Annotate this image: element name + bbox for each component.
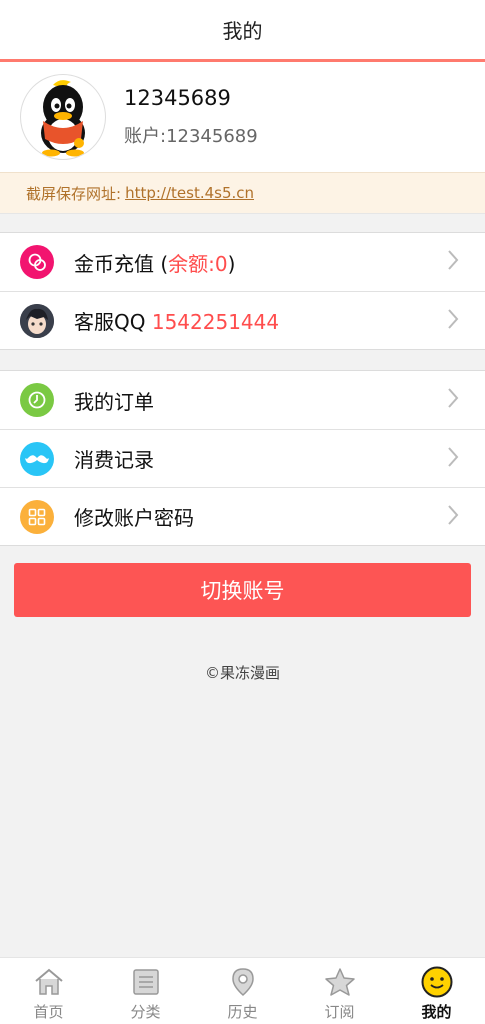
coin-icon [20,245,54,279]
chevron-right-icon [447,504,459,530]
avatar[interactable] [20,74,106,160]
chevron-right-icon [447,387,459,413]
star-icon [323,966,357,998]
recharge-label: 金币充值 ( [74,251,169,276]
switch-account-button[interactable]: 切换账号 [14,563,471,617]
qq-penguin-icon [41,80,85,157]
page-title: 我的 [222,19,263,43]
copyright-text: ©果冻漫画 [204,664,280,682]
account-id: 账户:12345689 [124,126,258,147]
menu-item-records[interactable]: 消费记录 [0,429,485,487]
tab-subscribe[interactable]: 订阅 [291,958,388,1024]
tab-label: 分类 [130,1003,161,1021]
smiley-face-icon [420,966,454,998]
chevron-right-icon [447,249,459,275]
password-label: 修改账户密码 [74,506,194,530]
tab-label: 首页 [33,1003,64,1021]
chevron-right-icon [447,308,459,334]
recharge-suffix: ) [227,251,236,276]
user-name: 12345689 [124,86,231,110]
location-pin-icon [226,966,260,998]
records-label: 消费记录 [74,448,154,472]
home-icon [32,966,66,998]
tab-mine[interactable]: 我的 [388,958,485,1024]
tab-history[interactable]: 历史 [194,958,291,1024]
notice-label: 截屏保存网址: [26,184,122,203]
service-label: 客服QQ [74,310,152,334]
book-icon [129,966,163,998]
menu-item-orders[interactable]: 我的订单 [0,371,485,429]
notice-url-link[interactable]: http://test.4s5.cn [125,184,254,202]
tab-category[interactable]: 分类 [97,958,194,1024]
menu-item-customer-service[interactable]: 客服QQ 1542251444 [0,291,485,349]
page-header: 我的 [0,0,485,62]
profile-section: 12345689 账户:12345689 [0,62,485,172]
grid-icon [20,499,54,534]
service-qq-number: 1542251444 [151,310,280,334]
balance-value: 余额:0 [168,251,228,276]
bottom-tab-bar: 首页 分类 历史 订阅 我的 [0,957,485,1024]
service-avatar-icon [20,303,54,338]
orders-label: 我的订单 [74,389,154,414]
chevron-right-icon [447,446,459,472]
screenshot-notice: 截屏保存网址: http://test.4s5.cn [0,172,485,214]
mustache-icon [20,441,54,476]
menu-item-change-password[interactable]: 修改账户密码 [0,487,485,545]
tab-label: 我的 [421,1003,452,1021]
tab-home[interactable]: 首页 [0,958,97,1024]
tab-label: 历史 [227,1003,258,1021]
menu-group-orders: 我的订单 消费记录 修改账户密码 [0,370,485,546]
menu-item-recharge[interactable]: 金币充值 (余额:0) [0,233,485,291]
clock-icon [20,383,54,417]
menu-group-account: 金币充值 (余额:0) 客服QQ 1542251444 [0,232,485,350]
tab-label: 订阅 [324,1003,355,1021]
